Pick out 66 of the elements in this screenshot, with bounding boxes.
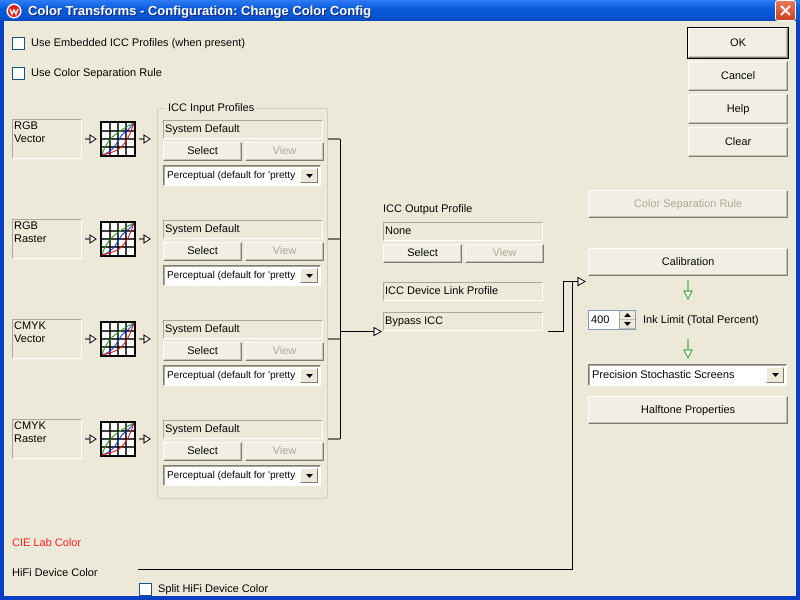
curve-graph-icon: [100, 421, 136, 457]
flow-arrow-icon: [139, 234, 151, 244]
curve-graph-icon: [100, 321, 136, 357]
flow-arrow-icon: [139, 434, 151, 444]
checkbox-label: Use Color Separation Rule: [31, 67, 162, 80]
flow-arrow-icon: [139, 134, 151, 144]
intent-dropdown[interactable]: Perceptual (default for 'pretty: [163, 365, 321, 386]
dropdown-caret-icon: [306, 274, 312, 278]
profile-field: None: [383, 222, 543, 241]
intent-dropdown[interactable]: Perceptual (default for 'pretty: [163, 265, 321, 286]
source-label: CMYK Raster: [12, 419, 82, 459]
down-arrow-icon: [683, 280, 693, 300]
output-connector: [548, 276, 586, 332]
source-label: RGB Vector: [12, 119, 82, 159]
select-button[interactable]: Select: [383, 244, 462, 263]
app-logo-icon: [6, 2, 22, 18]
checkbox-label: Use Embedded ICC Profiles (when present): [31, 37, 245, 50]
intent-dropdown[interactable]: Perceptual (default for 'pretty: [163, 165, 321, 186]
window-title: Color Transforms - Configuration: Change Color Config: [28, 4, 372, 17]
flow-arrow-icon: [85, 334, 97, 344]
select-button[interactable]: Select: [163, 142, 242, 161]
checkbox-label: Split HiFi Device Color: [158, 583, 268, 596]
source-label: CMYK Vector: [12, 319, 82, 359]
close-icon: [780, 5, 791, 16]
source-label: RGB Raster: [12, 219, 82, 259]
dropdown-caret-icon: [306, 174, 312, 178]
curve-graph-icon: [100, 221, 136, 257]
intent-dropdown[interactable]: Perceptual (default for 'pretty: [163, 465, 321, 486]
down-arrow-icon: [683, 339, 693, 359]
ink-limit-spinner[interactable]: 400: [588, 310, 636, 330]
cie-lab-label: CIE Lab Color: [12, 537, 82, 550]
device-link-field: Bypass ICC: [383, 312, 543, 331]
curve-graph-icon: [100, 121, 136, 157]
dropdown-caret-icon: [306, 374, 312, 378]
ink-limit-input[interactable]: 400: [589, 311, 619, 329]
output-profile-label: ICC Output Profile: [383, 203, 474, 216]
device-link-label: ICC Device Link Profile: [383, 282, 543, 301]
dialog-button[interactable]: Clear: [688, 127, 788, 157]
select-button[interactable]: Select: [163, 442, 242, 461]
flow-arrow-icon: [85, 234, 97, 244]
profile-field: System Default: [163, 320, 323, 339]
halftone-properties-button[interactable]: Halftone Properties: [588, 396, 788, 424]
profile-field: System Default: [163, 120, 323, 139]
checkbox[interactable]: [139, 583, 152, 596]
dialog-button[interactable]: Help: [688, 94, 788, 124]
hifi-label: HiFi Device Color: [12, 567, 99, 580]
screening-dropdown[interactable]: Precision Stochastic Screens: [588, 364, 787, 386]
dialog-button[interactable]: Cancel: [688, 61, 788, 91]
dropdown-caret-icon: [306, 474, 312, 478]
calibration-button[interactable]: Calibration: [588, 248, 788, 276]
flow-arrow-icon: [85, 434, 97, 444]
spin-up-icon: [624, 313, 631, 317]
select-button[interactable]: Select: [163, 342, 242, 361]
close-button[interactable]: [775, 0, 796, 21]
dropdown-caret-icon: [772, 373, 778, 377]
select-button[interactable]: Select: [163, 242, 242, 261]
profile-field: System Default: [163, 220, 323, 239]
spin-down-icon: [624, 322, 631, 326]
checkbox[interactable]: [12, 37, 25, 50]
dialog-button[interactable]: OK: [688, 28, 788, 58]
flow-arrow-icon: [139, 334, 151, 344]
ink-limit-label: Ink Limit (Total Percent): [643, 314, 759, 326]
group-title: ICC Input Profiles: [167, 102, 256, 115]
profile-field: System Default: [163, 420, 323, 439]
checkbox[interactable]: [12, 67, 25, 80]
flow-arrow-icon: [85, 134, 97, 144]
